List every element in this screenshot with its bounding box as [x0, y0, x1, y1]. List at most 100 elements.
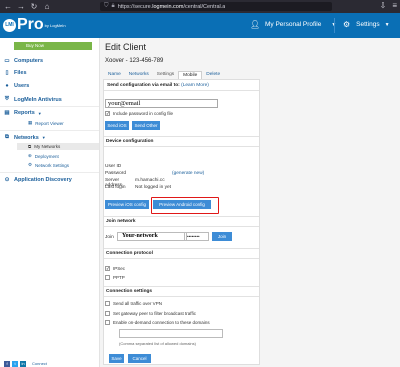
sidebar-item-files[interactable]: ▯ Files — [3, 70, 26, 76]
logo[interactable]: LMI Pro by LogMeIn — [3, 16, 66, 34]
generate-new-link[interactable]: (generate new) — [172, 171, 204, 176]
tab-name[interactable]: Name — [104, 71, 125, 79]
section-divider — [104, 90, 259, 91]
network-password-input[interactable]: •••••••• — [184, 232, 209, 241]
user-id-row: User ID — [105, 164, 122, 169]
header-divider — [334, 18, 335, 33]
page-title: Edit Client — [105, 42, 147, 52]
my-networks-icon: ⧉ — [28, 144, 32, 149]
domains-hint: (Comma separated list of allowed domains… — [119, 341, 196, 346]
checkbox-checked[interactable]: ✓ — [105, 111, 110, 116]
sidebar-item-application-discovery[interactable]: ⊙ Application Discovery — [3, 177, 72, 183]
sidebar: Buy Now ▭ Computers ▯ Files ● Users ⛨ Lo… — [0, 38, 100, 367]
send-config-title: Send configuration via email to: (Learn … — [107, 83, 209, 88]
tab-bar: Name Networks Settings Mobile Delete — [104, 71, 224, 79]
home-icon[interactable]: ⌂ — [42, 2, 52, 12]
checkbox-unchecked[interactable] — [105, 301, 110, 306]
join-button[interactable]: Join — [212, 232, 232, 241]
email-input[interactable]: your@email — [105, 99, 218, 108]
sidebar-divider — [0, 130, 99, 131]
address-bar[interactable]: ⛉ 🔒︎ https://secure.logmein.com/central/… — [100, 2, 332, 11]
lock-icon: 🔒︎ — [111, 3, 115, 9]
join-label: Join — [105, 235, 114, 240]
sidebar-subitem-network-settings[interactable]: ⚙ Network Settings — [28, 162, 69, 168]
ipsec-checkbox[interactable]: ✓ IPSec — [105, 266, 125, 271]
app-header: LMI Pro by LogMeIn 👤︎ My Personal Profil… — [0, 13, 400, 38]
save-button[interactable]: Save — [109, 354, 124, 363]
on-demand-checkbox[interactable]: Enable on-demand connection to these dom… — [105, 320, 210, 325]
reports-icon: ▤ — [4, 110, 10, 116]
client-name: Xoover - 123-456-789 — [105, 58, 164, 64]
sidebar-item-computers[interactable]: ▭ Computers — [3, 58, 43, 64]
include-password-checkbox[interactable]: ✓ Include password in config file — [105, 111, 173, 116]
file-icon: ▯ — [5, 70, 9, 76]
sidebar-item-reports[interactable]: ▤ Reports ▼ — [3, 110, 41, 116]
deployment-icon: ⊕ — [28, 153, 32, 158]
send-ios-button[interactable]: Send iOS — [105, 121, 129, 130]
sidebar-item-users[interactable]: ● Users — [3, 83, 29, 89]
twitter-icon[interactable]: t — [12, 361, 18, 367]
user-icon: 👤︎ — [250, 20, 261, 29]
url-text: https://secure.logmein.com/central/Centr… — [117, 3, 226, 10]
section-divider — [104, 136, 259, 137]
last-login-value: Not logged in yet — [135, 185, 172, 190]
sidebar-divider — [0, 172, 99, 173]
report-viewer-icon: ▦ — [28, 120, 33, 125]
user-icon: ● — [5, 83, 9, 89]
sidebar-item-antivirus[interactable]: ⛨ LogMeIn Antivirus — [3, 96, 62, 103]
network-name-input[interactable]: Your-network — [117, 232, 187, 241]
facebook-icon[interactable]: f — [4, 361, 10, 367]
extensions-icon[interactable]: ⇩ — [380, 1, 387, 10]
gear-icon: ⚙ — [28, 162, 33, 167]
gear-icon: ⚙ — [343, 20, 351, 29]
tab-delete[interactable]: Delete — [202, 71, 224, 79]
settings-menu[interactable]: ⚙ Settings ▼ — [343, 20, 390, 29]
section-divider — [104, 296, 259, 297]
profile-label: My Personal Profile — [265, 21, 322, 28]
cancel-button[interactable]: Cancel — [128, 354, 151, 363]
linkedin-icon[interactable]: in — [20, 361, 26, 367]
section-divider — [104, 216, 259, 217]
password-row: Password (generate new) — [105, 171, 205, 176]
menu-icon[interactable]: ≡ — [392, 1, 397, 10]
checkbox-unchecked[interactable] — [105, 311, 110, 316]
section-divider — [104, 286, 259, 287]
section-divider — [104, 248, 259, 249]
logo-sub: by LogMeIn — [44, 22, 66, 28]
logo-pro: Pro — [17, 16, 44, 33]
network-icon: ⧉ — [5, 134, 9, 140]
checkbox-checked[interactable]: ✓ — [105, 266, 110, 271]
tab-mobile[interactable]: Mobile — [178, 71, 203, 79]
checkbox-unchecked[interactable] — [105, 275, 110, 280]
monitor-icon: ▭ — [4, 58, 10, 64]
antivirus-icon: ⛨ — [4, 96, 10, 102]
sidebar-subitem-report-viewer[interactable]: ▦ Report Viewer — [28, 120, 64, 126]
send-all-traffic-checkbox[interactable]: Send all traffic over VPN — [105, 301, 162, 306]
forward-icon[interactable]: → — [16, 2, 26, 12]
browser-toolbar: ← → ↻ ⌂ ⛉ 🔒︎ https://secure.logmein.com/… — [0, 0, 400, 13]
social-text[interactable]: Connect — [32, 361, 47, 367]
tab-settings[interactable]: Settings — [153, 71, 178, 79]
checkbox-unchecked[interactable] — [105, 320, 110, 325]
reload-icon[interactable]: ↻ — [29, 2, 39, 12]
domains-input[interactable] — [119, 329, 223, 338]
gateway-peer-checkbox[interactable]: Set gateway peer to filter broadcast tra… — [105, 311, 196, 316]
sidebar-subitem-my-networks[interactable]: ⧉ My Networks — [17, 143, 99, 150]
highlight-box — [151, 197, 219, 214]
tab-networks[interactable]: Networks — [125, 71, 153, 79]
sidebar-item-networks[interactable]: ⧉ Networks ▼ — [3, 134, 46, 141]
back-icon[interactable]: ← — [3, 2, 13, 12]
sidebar-divider — [0, 106, 99, 107]
preview-ios-button[interactable]: Preview iOS config — [105, 200, 149, 209]
send-other-button[interactable]: Send Other — [132, 121, 160, 130]
social-links: f t in Connect — [4, 361, 47, 367]
learn-more-link[interactable]: (Learn More) — [181, 83, 209, 88]
sidebar-subitem-deployment[interactable]: ⊕ Deployment — [28, 153, 59, 159]
last-login-row: Last login Not logged in yet — [105, 185, 172, 190]
buy-now-button[interactable]: Buy Now — [14, 42, 92, 50]
settings-label: Settings — [356, 21, 380, 28]
pptp-checkbox[interactable]: PPTP — [105, 275, 125, 280]
profile-menu[interactable]: 👤︎ My Personal Profile ▼ — [250, 20, 336, 29]
main-content: Edit Client Xoover - 123-456-789 Name Ne… — [100, 38, 400, 367]
logo-mark: LMI — [3, 18, 16, 32]
